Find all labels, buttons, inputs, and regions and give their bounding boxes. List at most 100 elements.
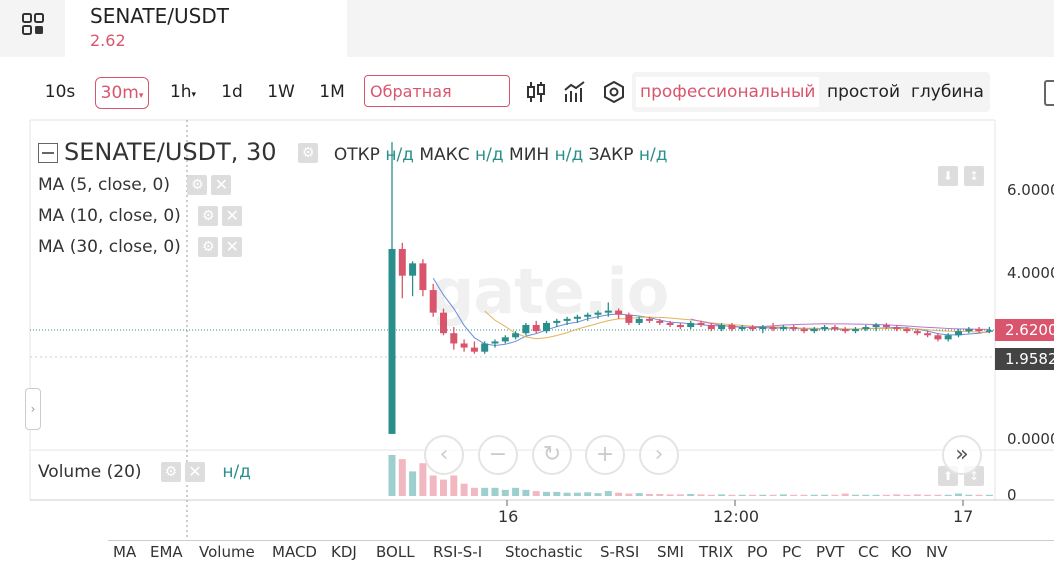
- candle-body: [522, 324, 530, 334]
- indicator-rsi-s-i[interactable]: RSI-S-I: [433, 543, 482, 561]
- ma-row-30: MA (30, close, 0) ⚙ ✕: [38, 235, 243, 259]
- candle-body: [615, 310, 623, 315]
- candle-body: [944, 335, 952, 340]
- gear-icon[interactable]: ⚙: [187, 175, 208, 195]
- candles-group: [388, 142, 993, 434]
- candle-body: [532, 324, 540, 332]
- volume-bar: [440, 479, 447, 496]
- collapse-icon[interactable]: [38, 143, 58, 163]
- volume-bar: [450, 475, 458, 496]
- ma-30-line: [690, 318, 990, 330]
- candle-body: [440, 312, 447, 334]
- volume-title: Volume (20): [38, 462, 142, 482]
- indicator-smi[interactable]: SMI: [657, 543, 684, 561]
- gear-icon[interactable]: ⚙: [198, 237, 219, 257]
- indicator-cc[interactable]: CC: [858, 543, 879, 561]
- reset-button[interactable]: ↻: [532, 435, 572, 475]
- volume-bar: [821, 494, 829, 496]
- indicator-pc[interactable]: PC: [782, 543, 802, 561]
- volume-bar: [460, 483, 468, 496]
- scroll-left-button[interactable]: ‹: [424, 435, 464, 475]
- legend-title: SENATE/USDT, 30: [64, 138, 277, 166]
- indicator-macd[interactable]: MACD: [272, 543, 317, 561]
- indicator-pvt[interactable]: PVT: [816, 543, 844, 561]
- candle-body: [687, 322, 695, 328]
- gear-icon[interactable]: ⚙: [298, 143, 319, 163]
- candle-body: [491, 341, 499, 344]
- volume-bar: [831, 494, 839, 496]
- volume-bar: [388, 455, 396, 496]
- candle-body: [635, 318, 643, 323]
- volume-bar: [749, 494, 756, 496]
- last-price-tag: 2.6200: [995, 319, 1054, 341]
- volume-bar: [893, 494, 901, 496]
- indicator-ema[interactable]: EMA: [150, 543, 183, 561]
- volume-bar: [481, 487, 489, 496]
- volume-bar: [975, 494, 983, 496]
- candle-body: [810, 329, 818, 332]
- volume-bar: [790, 494, 798, 496]
- time-label-17: 17: [953, 507, 974, 526]
- indicator-trix[interactable]: TRIX: [699, 543, 733, 561]
- candle-body: [563, 318, 571, 321]
- volume-bar: [718, 494, 726, 496]
- volume-bar: [862, 494, 870, 496]
- scroll-to-latest-button[interactable]: »: [942, 435, 982, 475]
- price-chart[interactable]: [0, 0, 1054, 569]
- indicator-ma[interactable]: MA: [113, 543, 136, 561]
- candle-body: [388, 248, 396, 434]
- volume-bar: [625, 493, 633, 496]
- volume-bar: [924, 494, 932, 496]
- volume-bar: [841, 493, 849, 496]
- indicator-ko[interactable]: KO: [891, 543, 912, 561]
- volume-value: н/д: [222, 462, 251, 482]
- ma-label: MA (30, close, 0): [38, 237, 181, 257]
- volume-bar: [398, 459, 406, 496]
- candle-body: [409, 263, 417, 276]
- indicator-boll[interactable]: BOLL: [376, 543, 415, 561]
- indicator-kdj[interactable]: KDJ: [331, 543, 357, 561]
- volume-bar: [594, 493, 602, 496]
- volume-bar: [676, 494, 684, 496]
- candle-body: [666, 322, 674, 325]
- zoom-in-button[interactable]: +: [585, 435, 625, 475]
- indicator-stochastic[interactable]: Stochastic: [505, 543, 583, 561]
- candle-body: [718, 324, 726, 330]
- side-panel-handle[interactable]: ›: [25, 388, 41, 430]
- candle-body: [429, 290, 437, 313]
- ma-label: MA (10, close, 0): [38, 206, 181, 226]
- volume-bar: [955, 493, 962, 496]
- indicator-s-rsi[interactable]: S-RSI: [600, 543, 639, 561]
- scroll-right-button[interactable]: ›: [639, 435, 679, 475]
- volume-bar: [944, 494, 952, 496]
- candle-body: [604, 310, 612, 313]
- close-icon[interactable]: ✕: [211, 175, 232, 195]
- candle-body: [543, 322, 550, 332]
- gear-icon[interactable]: ⚙: [160, 462, 181, 482]
- close-icon[interactable]: ✕: [184, 462, 205, 482]
- candle-body: [985, 330, 993, 332]
- candle-body: [975, 329, 983, 332]
- indicator-nv[interactable]: NV: [926, 543, 947, 561]
- close-icon[interactable]: ✕: [222, 206, 243, 226]
- zoom-out-button[interactable]: −: [478, 435, 518, 475]
- volume-bar: [501, 489, 509, 496]
- candle-body: [450, 333, 458, 344]
- volume-bar: [553, 491, 561, 496]
- price-axis-label-6: 6.0000: [1007, 181, 1054, 199]
- indicator-volume[interactable]: Volume: [199, 543, 255, 561]
- volume-bar: [615, 492, 623, 496]
- candle-body: [553, 320, 561, 323]
- gear-icon[interactable]: ⚙: [198, 206, 219, 226]
- candle-body: [646, 318, 653, 321]
- volume-bar: [913, 494, 921, 496]
- candle-body: [852, 329, 859, 332]
- candle-body: [470, 347, 478, 352]
- close-icon[interactable]: ✕: [222, 237, 243, 257]
- volume-bar: [522, 489, 530, 496]
- scale-down-icon[interactable]: ⬇: [938, 166, 958, 186]
- high-value: н/д: [475, 145, 504, 165]
- scale-fit-icon[interactable]: ↕: [964, 166, 984, 186]
- volume-bar: [852, 494, 859, 496]
- indicator-po[interactable]: PO: [747, 543, 768, 561]
